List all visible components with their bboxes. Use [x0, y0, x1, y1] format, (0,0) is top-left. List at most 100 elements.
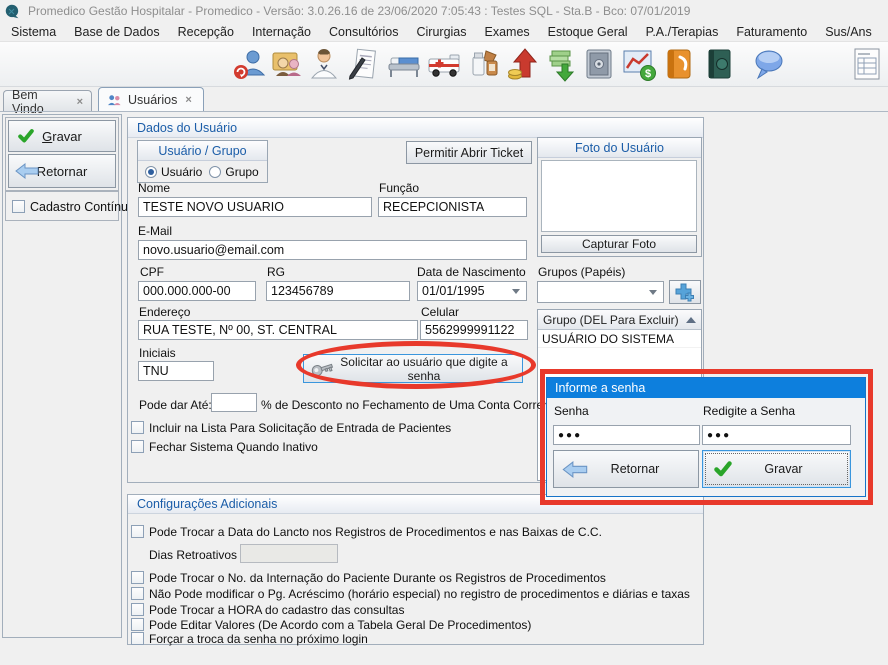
request-password-button[interactable]: Solicitar ao usuário que digite a senha [303, 354, 523, 383]
photo-panel-title: Foto do Usuário [575, 141, 664, 155]
user-photo-area [541, 160, 697, 232]
menu-bar: Sistema Base de Dados Recepção Internaçã… [0, 22, 888, 42]
tab-divider [0, 111, 888, 112]
menu-base-de-dados[interactable]: Base de Dados [65, 25, 168, 39]
sidebar: Gravar Retornar Cadastro Contínuo [2, 114, 122, 638]
ambulance-icon[interactable] [426, 46, 462, 82]
users-folder-icon[interactable] [269, 46, 305, 82]
doctor-icon[interactable] [306, 46, 342, 82]
redigite-label: Redigite a Senha [703, 404, 795, 418]
dialog-save-button[interactable]: Gravar [702, 450, 851, 488]
chat-icon[interactable] [751, 46, 787, 82]
permit-ticket-button[interactable]: Permitir Abrir Ticket [406, 141, 532, 164]
user-type-box-title: Usuário / Grupo [158, 144, 246, 158]
cpf-input[interactable] [138, 281, 256, 301]
groups-grid-row[interactable]: USUÁRIO DO SISTEMA [538, 330, 701, 348]
endereco-input[interactable] [138, 320, 418, 340]
dialog-return-button[interactable]: Retornar [553, 450, 699, 488]
config-cb2-checkbox[interactable] [131, 571, 144, 584]
chevron-down-icon [512, 289, 520, 294]
nome-label: Nome [138, 181, 170, 195]
menu-estoque-geral[interactable]: Estoque Geral [539, 25, 637, 39]
tab-usuarios-label: Usuários [128, 93, 177, 107]
email-label: E-Mail [138, 224, 172, 238]
dialog-return-label: Retornar [611, 462, 660, 476]
nascimento-combo[interactable]: 01/01/1995 [417, 281, 527, 301]
hospital-bed-icon[interactable] [386, 46, 422, 82]
safe-icon[interactable] [581, 46, 617, 82]
promedico-logo-icon [4, 3, 20, 19]
svg-text:$: $ [645, 68, 651, 80]
desconto-input[interactable] [211, 393, 257, 412]
cadastro-continuo-label: Cadastro Contínuo [30, 200, 135, 214]
payment-down-icon[interactable] [544, 46, 580, 82]
save-button[interactable]: Gravar [8, 120, 116, 152]
users-sync-icon[interactable] [232, 46, 268, 82]
tab-usuarios-close-icon[interactable]: × [185, 94, 191, 106]
email-input[interactable] [138, 240, 527, 260]
senha-input[interactable] [553, 425, 700, 445]
cadastro-continuo-checkbox[interactable] [12, 200, 25, 213]
fechar-sistema-checkbox[interactable] [131, 440, 144, 453]
arrow-left-icon [562, 461, 588, 478]
rg-label: RG [267, 265, 285, 279]
config-cb1-checkbox[interactable] [131, 525, 144, 538]
phone-book-icon[interactable] [661, 46, 697, 82]
photo-panel: Foto do Usuário Capturar Foto [537, 137, 702, 257]
prescription-icon[interactable] [346, 46, 382, 82]
celular-input[interactable] [420, 320, 528, 340]
tab-usuarios[interactable]: Usuários × [98, 87, 204, 112]
config-cb3-checkbox[interactable] [131, 587, 144, 600]
redigite-input[interactable] [702, 425, 851, 445]
desconto-suffix-label: % de Desconto no Fechamento de Uma Conta… [261, 398, 560, 412]
arrow-left-icon [15, 163, 39, 179]
pharmacy-icon[interactable] [468, 46, 504, 82]
senha-label: Senha [554, 404, 589, 418]
groups-grid-header-label: Grupo (DEL Para Excluir) [543, 313, 679, 327]
nome-input[interactable] [138, 197, 372, 217]
ledger-book-icon[interactable] [701, 46, 737, 82]
desconto-prefix-label: Pode dar Até: [139, 398, 212, 412]
add-group-button[interactable] [669, 280, 701, 304]
tab-strip: Bem Vindo × Usuários × [0, 87, 888, 112]
menu-sus-ans[interactable]: Sus/Ans [816, 25, 881, 39]
menu-exames[interactable]: Exames [476, 25, 539, 39]
user-type-box-header: Usuário / Grupo [138, 141, 267, 161]
nascimento-label: Data de Nascimento [417, 265, 526, 279]
groups-grid-header[interactable]: Grupo (DEL Para Excluir) [538, 310, 701, 330]
menu-recepcao[interactable]: Recepção [169, 25, 243, 39]
iniciais-input[interactable] [138, 361, 214, 381]
tab-bem-vindo-close-icon[interactable]: × [77, 96, 83, 108]
menu-pa-terapias[interactable]: P.A./Terapias [637, 25, 728, 39]
user-data-panel-title: Dados do Usuário [137, 121, 237, 135]
incluir-lista-checkbox[interactable] [131, 421, 144, 434]
income-up-icon[interactable] [506, 46, 542, 82]
funcao-input[interactable] [378, 197, 527, 217]
grupos-combo[interactable] [537, 281, 664, 303]
report-form-icon[interactable] [849, 46, 885, 82]
rg-input[interactable] [266, 281, 410, 301]
radio-usuario[interactable] [145, 166, 157, 178]
finance-chart-icon[interactable]: $ [621, 46, 657, 82]
password-dialog-titlebar[interactable]: Informe a senha [547, 378, 865, 398]
incluir-lista-label: Incluir na Lista Para Solicitação de Ent… [149, 421, 451, 435]
config-cb4-checkbox[interactable] [131, 603, 144, 616]
config-cb6-checkbox[interactable] [131, 632, 144, 645]
title-bar: Promedico Gestão Hospitalar - Promedico … [0, 0, 888, 22]
menu-cirurgias[interactable]: Cirurgias [408, 25, 476, 39]
config-cb4-label: Pode Trocar a HORA do cadastro das consu… [149, 603, 404, 617]
radio-grupo[interactable] [209, 166, 221, 178]
check-icon [17, 128, 35, 144]
menu-sistema[interactable]: Sistema [2, 25, 65, 39]
menu-faturamento[interactable]: Faturamento [727, 25, 816, 39]
tab-bem-vindo[interactable]: Bem Vindo × [3, 90, 92, 112]
password-dialog: Informe a senha Senha Redigite a Senha R… [546, 377, 866, 497]
capture-photo-button[interactable]: Capturar Foto [541, 235, 697, 253]
users-tab-icon [107, 94, 122, 107]
menu-caixa[interactable]: Caixa [881, 25, 888, 39]
menu-consultorios[interactable]: Consultórios [320, 25, 407, 39]
return-button[interactable]: Retornar [8, 154, 116, 188]
menu-internacao[interactable]: Internação [243, 25, 320, 39]
password-dialog-title: Informe a senha [555, 381, 645, 395]
config-cb5-checkbox[interactable] [131, 618, 144, 631]
